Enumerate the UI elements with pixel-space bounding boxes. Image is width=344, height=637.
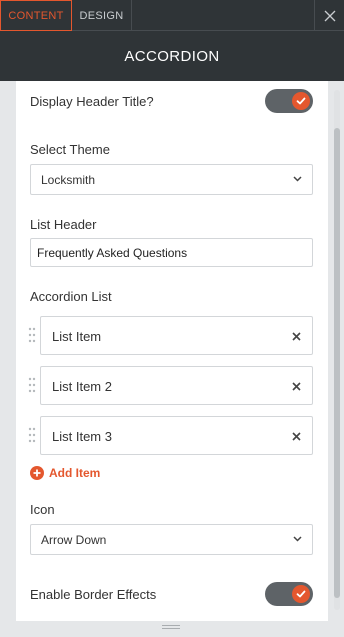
theme-select-value: Locksmith [41,173,96,187]
remove-item-button[interactable] [289,379,303,393]
remove-icon [291,331,301,341]
icon-select-value: Arrow Down [41,533,107,547]
theme-select[interactable]: Locksmith [30,164,313,195]
resize-handle-icon[interactable] [162,623,180,631]
list-header-label: List Header [30,217,97,232]
remove-item-button[interactable] [289,329,303,343]
check-icon [296,590,306,598]
icon-label: Icon [30,502,55,517]
toggle-knob [292,585,310,603]
border-effects-label: Enable Border Effects [30,587,157,602]
add-item-button[interactable]: Add Item [30,464,100,482]
drag-handle-icon[interactable] [28,376,36,394]
accordion-list-label: Accordion List [30,289,112,304]
list-header-input[interactable] [30,238,313,267]
toggle-knob [292,92,310,110]
chevron-down-icon [293,536,302,542]
tab-content[interactable]: CONTENT [0,0,72,31]
select-theme-label: Select Theme [30,142,110,157]
list-item-label: List Item 3 [52,429,112,444]
top-tab-bar: CONTENT DESIGN [0,0,344,31]
close-button[interactable] [314,0,344,31]
close-icon [324,10,335,21]
icon-select[interactable]: Arrow Down [30,524,313,555]
drag-handle-icon[interactable] [28,426,36,444]
check-icon [296,97,306,105]
remove-icon [291,381,301,391]
scrollbar-thumb[interactable] [334,128,340,598]
remove-item-button[interactable] [289,429,303,443]
chevron-down-icon [293,176,302,182]
list-item[interactable]: List Item 2 [40,366,313,405]
display-header-title-toggle[interactable] [265,89,313,113]
remove-icon [291,431,301,441]
tab-design[interactable]: DESIGN [72,0,132,31]
plus-icon [30,466,44,480]
list-item[interactable]: List Item 3 [40,416,313,455]
list-item-label: List Item 2 [52,379,112,394]
drag-handle-icon[interactable] [28,326,36,344]
list-item-label: List Item [52,329,102,344]
panel-title: ACCORDION [124,47,220,65]
panel-header: ACCORDION [0,31,344,81]
border-effects-toggle[interactable] [265,582,313,606]
list-item[interactable]: List Item [40,316,313,355]
display-header-title-label: Display Header Title? [30,94,154,109]
add-item-label: Add Item [49,466,101,480]
